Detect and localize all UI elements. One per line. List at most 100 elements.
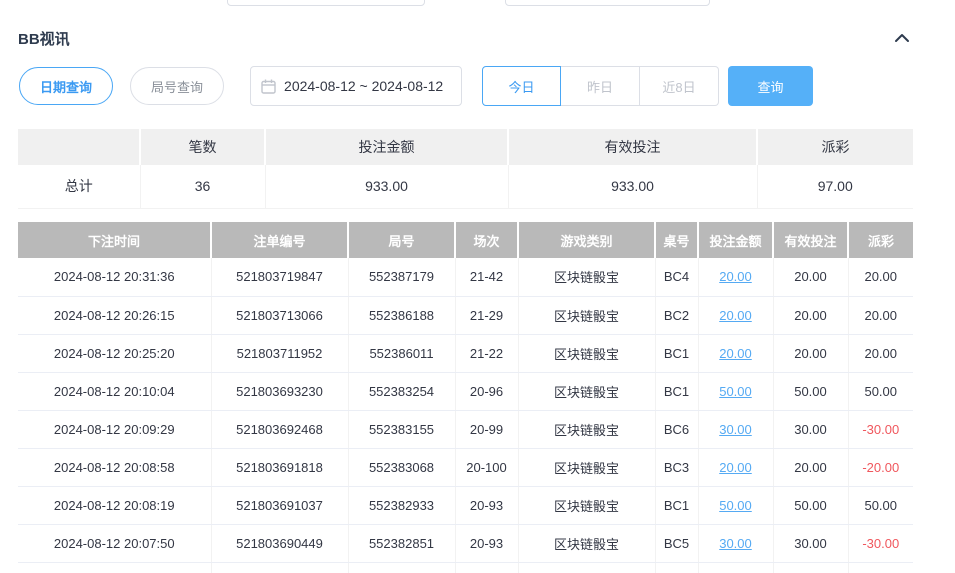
cell-game-type: 区块链骰宝 [518, 258, 655, 296]
cell-bet-no: 521803691818 [211, 448, 348, 486]
col-header-valid-bet: 有效投注 [773, 222, 848, 258]
bet-amount-link[interactable]: 20.00 [719, 346, 752, 361]
cell-bet-no: 521803713066 [211, 296, 348, 334]
bb-video-panel: BB视讯 日期查询 局号查询 2024-08-12 ~ 2024-08-12 今… [0, 0, 955, 573]
cell-bet-amount: 30.00 [698, 524, 773, 562]
cell-table-no: BC6 [655, 410, 698, 448]
chevron-up-icon [894, 33, 910, 43]
cell-payout: 50.00 [848, 486, 913, 524]
summary-header-count: 笔数 [140, 129, 265, 165]
summary-header-valid-bet: 有效投注 [508, 129, 757, 165]
cell-table-no: BC3 [655, 448, 698, 486]
cell-session: 20-93 [455, 524, 518, 562]
summary-table: 笔数 投注金额 有效投注 派彩 总计 36 933.00 933.00 97.0… [18, 129, 913, 209]
search-button[interactable]: 查询 [728, 66, 813, 106]
summary-total-count: 36 [140, 165, 265, 208]
quick-date-group: 今日 昨日 近8日 [482, 66, 719, 106]
table-row: 2024-08-12 20:08:19 521803691037 5523829… [18, 486, 913, 524]
summary-header-bet-amount: 投注金额 [265, 129, 508, 165]
bet-amount-link[interactable]: 20.00 [719, 269, 752, 284]
summary-total-valid-bet: 933.00 [508, 165, 757, 208]
cell-game-type: 区块链骰宝 [518, 524, 655, 562]
cell-payout: -30.00 [848, 410, 913, 448]
panel-title: BB视讯 [18, 28, 70, 49]
cell-bet-no: 521803693230 [211, 372, 348, 410]
cell-bet-time: 2024-08-12 20:26:15 [18, 296, 211, 334]
table-row: 2024-08-12 20:31:36 521803719847 5523871… [18, 258, 913, 296]
summary-total-label: 总计 [18, 165, 140, 208]
cell-payout: 20.00 [848, 258, 913, 296]
cell-bet-time: 2024-08-12 20:09:29 [18, 410, 211, 448]
cell-round-no: 552386011 [348, 334, 455, 372]
cell-table-no: BC1 [655, 334, 698, 372]
cell-game-type: 区块链骰宝 [518, 448, 655, 486]
bet-amount-link[interactable]: 30.00 [719, 536, 752, 551]
cell-bet-no: 521803711952 [211, 334, 348, 372]
table-row: 2024-08-12 20:10:04 521803693230 5523832… [18, 372, 913, 410]
cell-game-type: 区块链骰宝 [518, 372, 655, 410]
cell-valid-bet: 50.00 [773, 372, 848, 410]
cutoff-input-left[interactable] [227, 0, 425, 6]
bet-amount-link[interactable]: 20.00 [719, 460, 752, 475]
tab-round-query[interactable]: 局号查询 [130, 67, 224, 105]
cell-game-type: 区块链骰宝 [518, 296, 655, 334]
cell-bet-time: 2024-08-12 20:10:04 [18, 372, 211, 410]
col-header-bet-time: 下注时间 [18, 222, 211, 258]
cell-session: 20-99 [455, 410, 518, 448]
tab-date-query[interactable]: 日期查询 [19, 67, 113, 105]
cell-valid-bet: 30.00 [773, 524, 848, 562]
quick-last8days-button[interactable]: 近8日 [640, 66, 719, 106]
cell-game-type: 区块链骰宝 [518, 410, 655, 448]
bet-amount-link[interactable]: 30.00 [719, 422, 752, 437]
cell-session: 21-29 [455, 296, 518, 334]
bet-amount-link[interactable]: 50.00 [719, 498, 752, 513]
cell-bet-no: 521803690449 [211, 524, 348, 562]
cell-payout: -20.00 [848, 448, 913, 486]
cell-round-no: 552386188 [348, 296, 455, 334]
cell-valid-bet: 20.00 [773, 448, 848, 486]
cell-game-type: 区块链骰宝 [518, 486, 655, 524]
col-header-session: 场次 [455, 222, 518, 258]
cell-round-no: 552387179 [348, 258, 455, 296]
cell-bet-amount: 30.00 [698, 410, 773, 448]
cell-payout: -30.00 [848, 524, 913, 562]
cell-session: 20-96 [455, 372, 518, 410]
records-header-row: 下注时间 注单编号 局号 场次 游戏类别 桌号 投注金额 有效投注 派彩 [18, 222, 913, 258]
cell-payout: 20.00 [848, 334, 913, 372]
cell-bet-time: 2024-08-12 20:07:50 [18, 524, 211, 562]
date-range-input[interactable]: 2024-08-12 ~ 2024-08-12 [250, 66, 462, 106]
table-row-partial [18, 562, 913, 573]
cell-valid-bet: 50.00 [773, 486, 848, 524]
col-header-table-no: 桌号 [655, 222, 698, 258]
table-row: 2024-08-12 20:09:29 521803692468 5523831… [18, 410, 913, 448]
cell-valid-bet: 20.00 [773, 296, 848, 334]
cutoff-input-right[interactable] [505, 0, 710, 6]
collapse-panel-button[interactable] [891, 27, 913, 49]
cell-bet-amount: 20.00 [698, 448, 773, 486]
cell-bet-amount: 20.00 [698, 296, 773, 334]
table-row: 2024-08-12 20:25:20 521803711952 5523860… [18, 334, 913, 372]
cell-session: 21-42 [455, 258, 518, 296]
filter-row: 日期查询 局号查询 2024-08-12 ~ 2024-08-12 今日 昨日 … [19, 66, 813, 106]
quick-today-button[interactable]: 今日 [482, 66, 561, 106]
quick-yesterday-button[interactable]: 昨日 [561, 66, 640, 106]
cell-payout: 20.00 [848, 296, 913, 334]
cell-bet-amount: 20.00 [698, 334, 773, 372]
summary-total-row: 总计 36 933.00 933.00 97.00 [18, 165, 913, 208]
summary-total-bet-amount: 933.00 [265, 165, 508, 208]
panel-header: BB视讯 [18, 27, 913, 49]
bet-amount-link[interactable]: 20.00 [719, 308, 752, 323]
table-row: 2024-08-12 20:08:58 521803691818 5523830… [18, 448, 913, 486]
cell-session: 20-100 [455, 448, 518, 486]
col-header-round-no: 局号 [348, 222, 455, 258]
records-table: 下注时间 注单编号 局号 场次 游戏类别 桌号 投注金额 有效投注 派彩 202… [18, 222, 913, 573]
cell-bet-time: 2024-08-12 20:25:20 [18, 334, 211, 372]
summary-header-blank [18, 129, 140, 165]
summary-header-row: 笔数 投注金额 有效投注 派彩 [18, 129, 913, 165]
col-header-bet-amount: 投注金额 [698, 222, 773, 258]
cell-bet-time: 2024-08-12 20:31:36 [18, 258, 211, 296]
bet-amount-link[interactable]: 50.00 [719, 384, 752, 399]
col-header-payout: 派彩 [848, 222, 913, 258]
table-row: 2024-08-12 20:07:50 521803690449 5523828… [18, 524, 913, 562]
cell-payout: 50.00 [848, 372, 913, 410]
